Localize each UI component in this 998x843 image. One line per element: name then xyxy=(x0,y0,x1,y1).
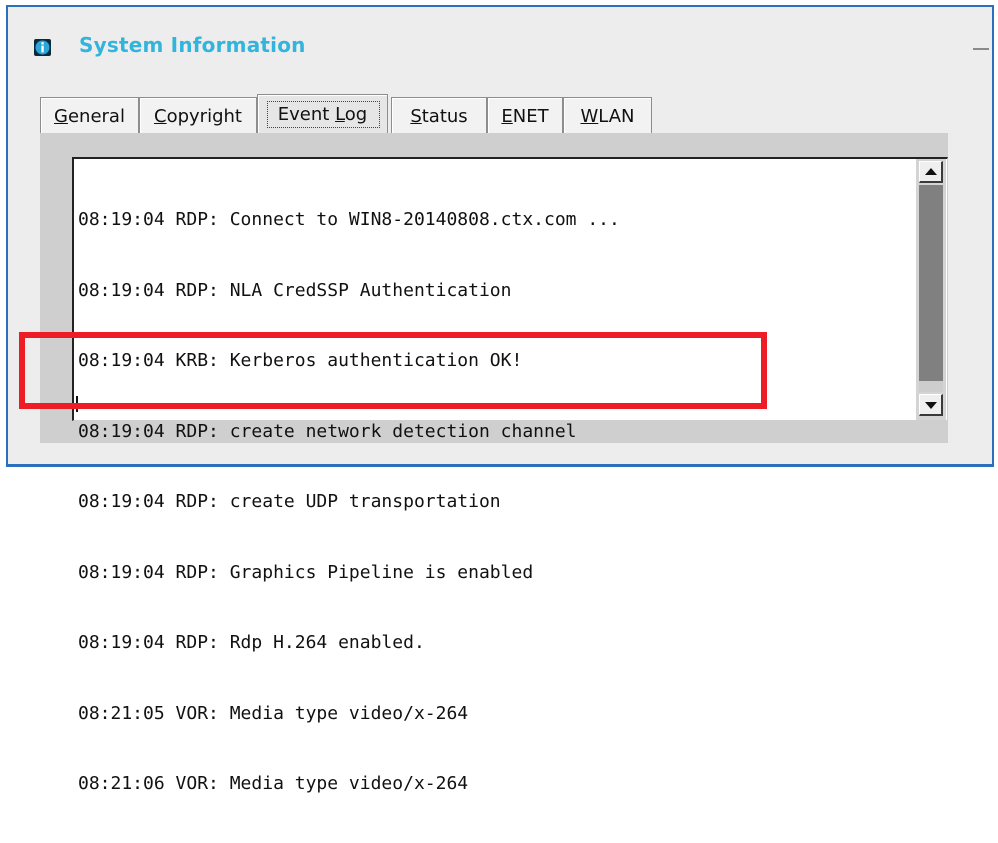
event-log-panel: 08:19:04 RDP: Connect to WIN8-20140808.c… xyxy=(40,133,948,794)
tab-wlan[interactable]: WLAN xyxy=(563,97,652,135)
arrow-down-icon xyxy=(925,402,937,409)
log-line: 08:19:04 RDP: Rdp H.264 enabled. xyxy=(78,632,425,653)
title-bar: System Information xyxy=(8,7,992,83)
minimize-icon xyxy=(973,48,989,50)
log-line: 08:19:04 RDP: create network detection c… xyxy=(78,420,577,442)
tab-label: Status xyxy=(410,106,468,127)
tab-general[interactable]: General xyxy=(40,97,139,135)
tab-label: General xyxy=(54,106,125,127)
tab-event-log[interactable]: Event Log xyxy=(257,94,388,135)
arrow-up-icon xyxy=(925,168,937,175)
log-line: 08:19:04 RDP: NLA CredSSP Authentication xyxy=(78,279,512,301)
vertical-scrollbar[interactable] xyxy=(916,159,946,420)
scroll-down-button[interactable] xyxy=(919,394,943,416)
log-line: 08:19:04 RDP: Connect to WIN8-20140808.c… xyxy=(78,209,620,230)
tab-label: WLAN xyxy=(580,106,635,127)
log-line: 08:19:04 RDP: Graphics Pipeline is enabl… xyxy=(78,561,534,583)
text-caret xyxy=(76,396,78,412)
log-line: 08:21:06 VOR: Media type video/x-264 xyxy=(78,773,469,794)
system-information-window: System Information General Copyright Eve… xyxy=(6,5,994,794)
tab-label: ENET xyxy=(501,106,549,127)
tab-status[interactable]: Status xyxy=(391,97,487,135)
event-log-textarea[interactable]: 08:19:04 RDP: Connect to WIN8-20140808.c… xyxy=(72,157,948,794)
log-line: 08:21:05 VOR: Media type video/x-264 xyxy=(78,702,469,724)
log-line: 08:19:04 KRB: Kerberos authentication OK… xyxy=(78,350,523,371)
scroll-up-button[interactable] xyxy=(919,161,943,183)
minimize-button[interactable] xyxy=(972,37,992,61)
tab-enet[interactable]: ENET xyxy=(487,97,563,135)
info-icon xyxy=(34,39,51,56)
event-log-lines: 08:19:04 RDP: Connect to WIN8-20140808.c… xyxy=(78,161,910,843)
tab-copyright[interactable]: Copyright xyxy=(139,97,257,135)
log-line: 08:19:04 RDP: create UDP transportation xyxy=(78,491,501,512)
tab-label: Copyright xyxy=(154,106,242,127)
scroll-thumb[interactable] xyxy=(919,185,943,381)
tab-label: Event Log xyxy=(277,104,368,125)
window-title: System Information xyxy=(79,33,306,57)
